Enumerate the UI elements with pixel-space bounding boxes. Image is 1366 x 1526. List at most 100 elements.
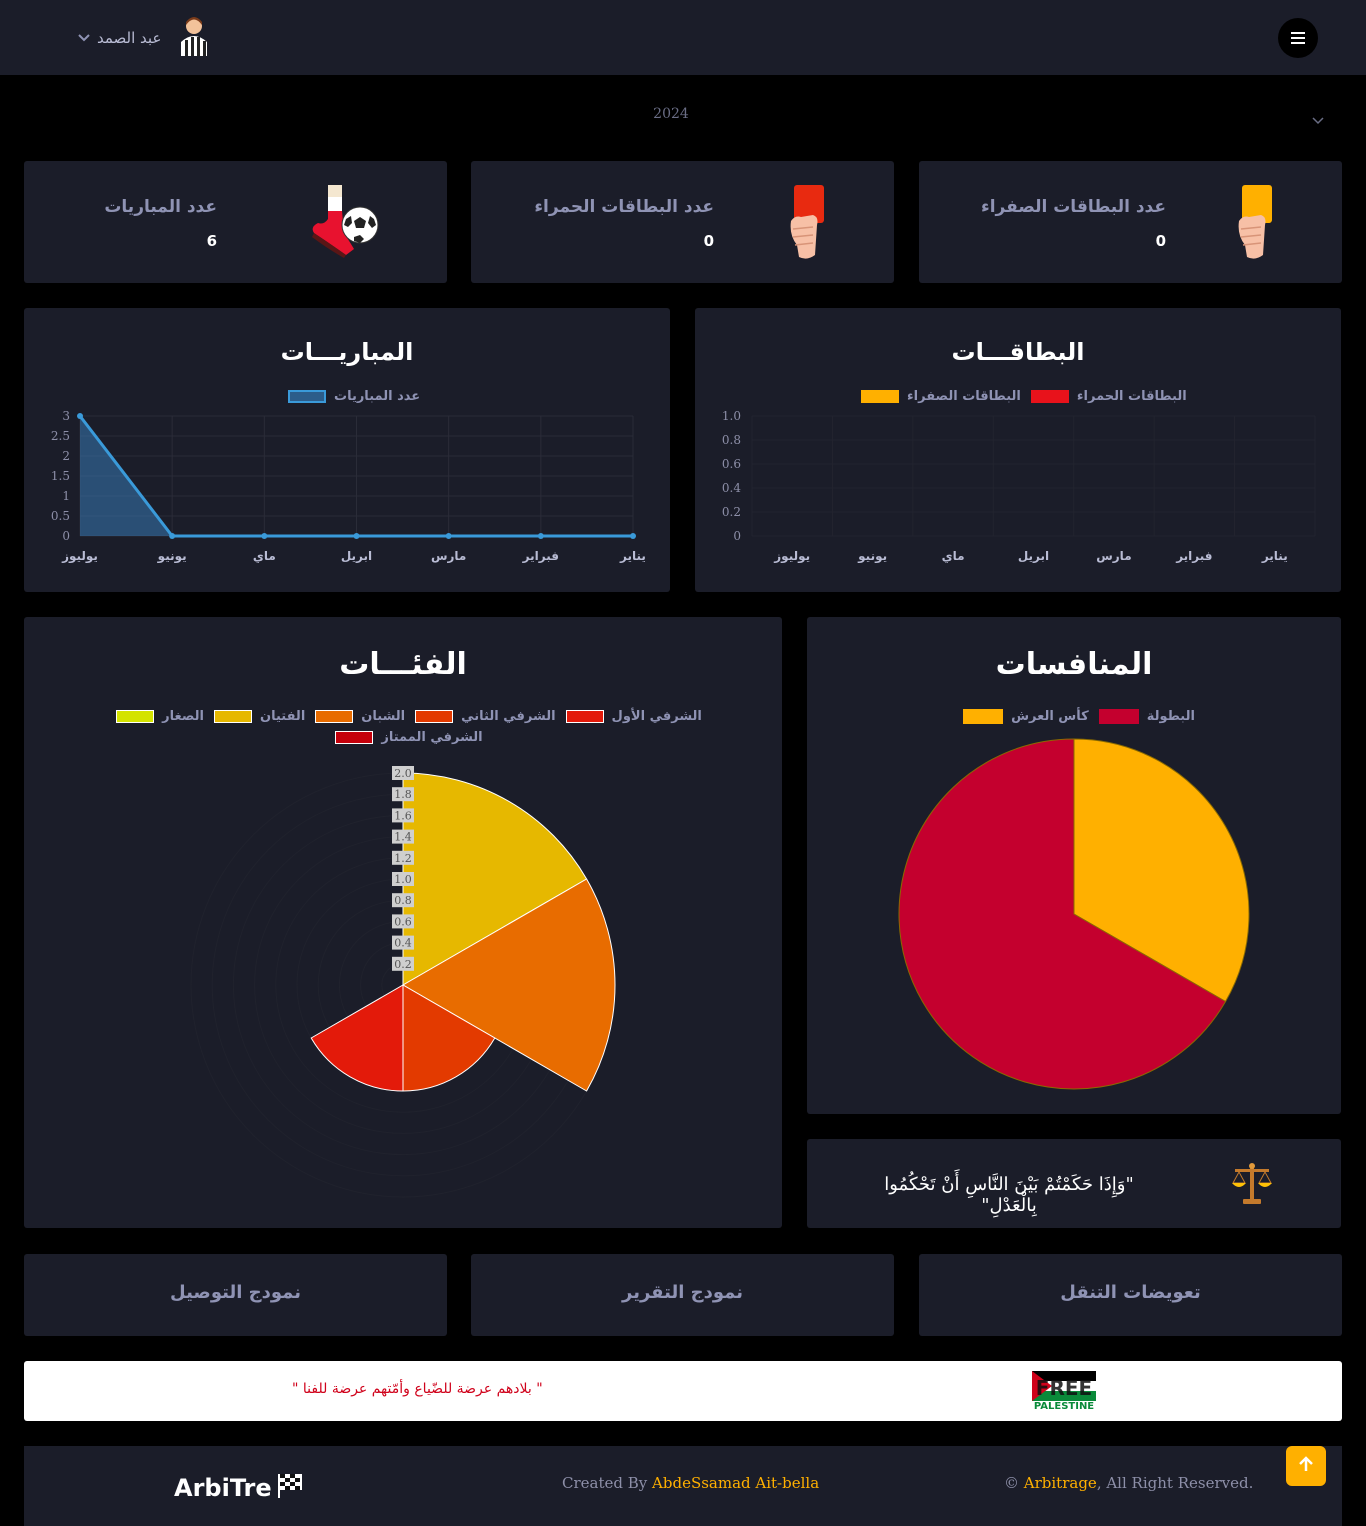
x-tick-label: مارس (1096, 549, 1131, 563)
brand-text[interactable]: ArbiTre (174, 1474, 272, 1502)
copyright-symbol: © (1004, 1474, 1019, 1492)
stat-card-matches: عدد المباريات 6 (24, 161, 447, 283)
r-tick-label: 1.6 (394, 809, 412, 822)
quote-text: "وَإِذَا حَكَمْتُمْ بَيْنَ النَّاسِ أَنْ… (884, 1174, 1134, 1216)
data-point (261, 533, 268, 539)
svg-text:FREE: FREE (1036, 1376, 1092, 1400)
y-tick-label: 0 (733, 529, 741, 543)
checkered-flag-icon (276, 1472, 304, 1504)
free-palestine-logo: FREE PALESTINE (1032, 1371, 1096, 1415)
stat-value: 0 (1155, 232, 1166, 250)
copyright-text: , All Right Reserved. (1096, 1474, 1254, 1492)
stat-value: 0 (703, 232, 714, 250)
x-tick-label: ماي (253, 549, 276, 563)
data-point (169, 533, 176, 539)
x-tick-label: يونيو (157, 549, 187, 564)
top-navbar: عبد الصمد (0, 0, 1366, 75)
r-tick-label: 0.2 (394, 958, 412, 971)
y-tick-label: 1 (62, 489, 70, 503)
y-tick-label: 0.2 (722, 505, 741, 519)
r-tick-label: 1.0 (394, 873, 412, 886)
user-menu[interactable]: عبد الصمد (75, 16, 211, 60)
y-tick-label: 1.5 (51, 469, 70, 483)
polar-segment (310, 984, 404, 1092)
r-tick-label: 2.0 (394, 767, 412, 780)
y-tick-label: 0.4 (722, 481, 741, 495)
link-label[interactable]: نمودج التقرير (471, 1282, 894, 1303)
stat-card-red-cards: عدد البطاقات الحمراء 0 (471, 161, 894, 283)
r-tick-label: 0.8 (394, 894, 412, 907)
y-tick-label: 0 (62, 529, 70, 543)
y-tick-label: 0.6 (722, 457, 741, 471)
banner-message: " بلادهم عرضة للضّياع وأمّتهم عرضة للفنا… (292, 1381, 543, 1397)
x-tick-label: يناير (619, 549, 646, 563)
red-card-icon (785, 185, 825, 265)
arrow-up-icon (1299, 1456, 1313, 1476)
cards-chart-card: البطاقـــات البطاقات الحمراء البطاقات ال… (695, 308, 1341, 592)
svg-text:PALESTINE: PALESTINE (1034, 1401, 1094, 1411)
x-tick-label: فبراير (1175, 549, 1212, 563)
data-point (537, 533, 544, 539)
stat-label: عدد البطاقات الصفراء (981, 197, 1166, 217)
x-tick-label: يناير (1261, 549, 1288, 563)
receipt-form-link[interactable]: نمودج التوصيل (24, 1254, 447, 1336)
categories-polar-chart: 0.2 0.4 0.6 0.8 1.0 1.2 1.4 1.6 1.8 2.0 (190, 766, 616, 1198)
link-label[interactable]: تعويضات التنقل (919, 1282, 1342, 1303)
y-tick-label: 0.5 (51, 509, 70, 523)
menu-toggle-button[interactable] (1278, 18, 1318, 58)
data-point (353, 533, 360, 539)
free-palestine-banner: " بلادهم عرضة للضّياع وأمّتهم عرضة للفنا… (24, 1361, 1342, 1421)
r-tick-label: 1.8 (394, 788, 412, 801)
r-tick-label: 1.2 (394, 852, 412, 865)
data-point (77, 413, 83, 419)
data-point (445, 533, 452, 539)
x-tick-label: ابريل (341, 549, 372, 563)
stat-label: عدد المباريات (104, 197, 217, 217)
categories-chart-card: الفئـــات الشرفي الأول الشرفي الثاني الشبا… (24, 617, 782, 1228)
scroll-to-top-button[interactable] (1286, 1446, 1326, 1486)
site-link[interactable]: Arbitrage (1024, 1474, 1097, 1492)
chevron-down-icon[interactable] (1312, 110, 1324, 129)
footer: ArbiTre Created By AbdeSsamad Ait-bella … (24, 1446, 1342, 1526)
scales-icon (1231, 1161, 1273, 1209)
x-tick-label: ماي (942, 549, 965, 563)
competitions-chart-card: المنافسات البطولة كأس العرش (807, 617, 1341, 1114)
footer-copyright: © Arbitrage, All Right Reserved. (1004, 1474, 1253, 1492)
footer-brand[interactable]: ArbiTre (174, 1472, 304, 1504)
y-tick-label: 3 (62, 409, 70, 423)
r-tick-label: 1.4 (394, 831, 412, 844)
x-tick-label: يوليوز (61, 549, 98, 564)
x-tick-label: فبراير (522, 549, 559, 563)
year-select-value[interactable]: 2024 (0, 106, 1342, 122)
link-label[interactable]: نمودج التوصيل (24, 1282, 447, 1303)
report-form-link[interactable]: نمودج التقرير (471, 1254, 894, 1336)
stat-value: 6 (206, 232, 217, 250)
footer-credit: Created By AbdeSsamad Ait-bella (562, 1474, 819, 1492)
author-link[interactable]: AbdeSsamad Ait-bella (652, 1474, 819, 1492)
y-tick-label: 0.8 (722, 433, 741, 447)
travel-allowance-link[interactable]: تعويضات التنقل (919, 1254, 1342, 1336)
r-tick-label: 0.6 (394, 915, 412, 928)
soccer-ball-icon (304, 183, 384, 263)
matches-chart-card: المباريـــات عدد المباريات 0 0.5 1 1.5 2 2.5 3… (24, 308, 670, 592)
chevron-down-icon[interactable] (75, 34, 93, 42)
y-tick-label: 1.0 (722, 409, 741, 423)
credit-prefix: Created By (562, 1474, 648, 1492)
r-tick-label: 0.4 (394, 937, 412, 950)
year-select[interactable]: 2024 (0, 100, 1366, 130)
matches-line-chart: 0 0.5 1 1.5 2 2.5 3 يوليوز يونيو ماي ابريل مارس فبرا… (51, 409, 646, 564)
stat-label: عدد البطاقات الحمراء (534, 197, 714, 217)
competitions-pie-chart (898, 738, 1250, 1090)
x-tick-label: يوليوز (773, 549, 810, 564)
cards-bar-chart: 0 0.2 0.4 0.6 0.8 1.0 يوليوز يونيو ماي ابريل مارس ف… (722, 409, 1316, 564)
x-tick-label: ابريل (1018, 549, 1049, 563)
y-tick-label: 2 (62, 449, 70, 463)
hamburger-icon (1291, 29, 1305, 48)
data-point (630, 533, 636, 539)
y-tick-label: 2.5 (51, 429, 70, 443)
x-tick-label: مارس (431, 549, 466, 563)
stat-card-yellow-cards: عدد البطاقات الصفراء 0 (919, 161, 1342, 283)
x-tick-label: يونيو (857, 549, 887, 564)
user-name[interactable]: عبد الصمد (97, 29, 161, 47)
referee-avatar-icon (177, 16, 211, 60)
